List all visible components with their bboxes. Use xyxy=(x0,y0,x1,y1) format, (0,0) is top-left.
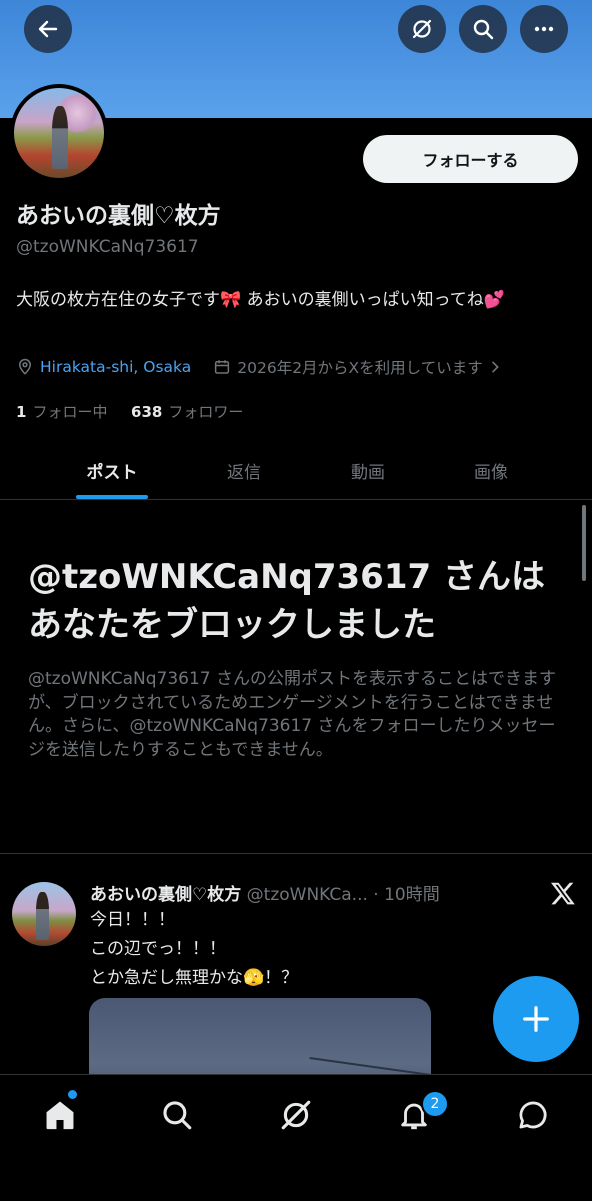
bottom-nav: 2 xyxy=(0,1074,592,1201)
profile-handle: @tzoWNKCaNq73617 xyxy=(16,237,199,257)
tab-posts[interactable]: ポスト xyxy=(52,441,172,499)
plus-icon xyxy=(523,1006,549,1032)
arrow-left-icon xyxy=(38,20,58,38)
home-new-indicator xyxy=(68,1090,77,1099)
grok-button[interactable] xyxy=(398,5,446,53)
post-author-name[interactable]: あおいの裏側♡枚方 xyxy=(90,885,241,905)
post-time[interactable]: 10時間 xyxy=(384,885,440,905)
following-label: フォロー中 xyxy=(32,403,108,421)
messages-icon xyxy=(519,1101,547,1129)
post-line: 今日！！！ xyxy=(90,910,175,930)
post-line: この辺でっ！！！ xyxy=(90,939,226,959)
grok-icon xyxy=(412,19,432,39)
blocked-description: @tzoWNKCaNq73617 さんの公開ポストを表示することはできますが、ブ… xyxy=(28,669,557,760)
notification-badge: 2 xyxy=(421,1090,449,1118)
more-button[interactable] xyxy=(520,5,568,53)
calendar-icon xyxy=(215,360,230,374)
avatar-image xyxy=(14,88,104,178)
blocked-title: @tzoWNKCaNq73617 さんはあなたをブロックしました xyxy=(28,557,545,645)
search-button[interactable] xyxy=(459,5,507,53)
profile-location[interactable]: Hirakata-shi, Osaka xyxy=(40,358,191,376)
post-separator: · xyxy=(373,885,379,905)
profile-avatar[interactable] xyxy=(10,84,108,182)
profile-stats: 1 フォロー中 638 フォロワー xyxy=(16,401,243,422)
nav-grok[interactable] xyxy=(276,1095,316,1135)
tab-videos[interactable]: 動画 xyxy=(308,441,428,499)
followers-label: フォロワー xyxy=(168,403,244,421)
post-avatar[interactable] xyxy=(12,882,76,946)
grok-icon xyxy=(281,1100,311,1130)
follow-button[interactable]: フォローする xyxy=(363,135,578,183)
divider xyxy=(0,853,592,854)
compose-button[interactable] xyxy=(493,976,579,1062)
tab-images[interactable]: 画像 xyxy=(431,441,551,499)
back-button[interactable] xyxy=(24,5,72,53)
nav-home[interactable] xyxy=(40,1095,80,1135)
followers-count: 638 xyxy=(131,403,163,421)
x-logo-icon xyxy=(550,882,575,905)
post-body: 今日！！！ この辺でっ！！！ とか急だし無理かな🫣！？ xyxy=(90,906,298,993)
following-count: 1 xyxy=(16,403,27,421)
nav-messages[interactable] xyxy=(513,1095,553,1135)
nav-search[interactable] xyxy=(157,1095,197,1135)
post-header: あおいの裏側♡枚方 @tzoWNKCa... · 10時間 xyxy=(90,880,440,905)
active-tab-indicator xyxy=(76,495,148,499)
profile-bio: 大阪の枚方在住の女子です🎀 あおいの裏側いっぱい知ってね💕 xyxy=(16,290,505,310)
chevron-right-icon[interactable] xyxy=(487,359,503,375)
home-icon xyxy=(46,1101,74,1130)
location-pin-icon xyxy=(18,358,32,375)
post-line: とか急だし無理かな🫣！？ xyxy=(90,968,299,988)
profile-joined: 2026年2月からXを利用しています xyxy=(237,359,483,377)
following-link[interactable]: 1 フォロー中 xyxy=(16,403,107,421)
post-author-handle[interactable]: @tzoWNKCa... xyxy=(247,885,368,905)
profile-tabs: ポスト 返信 動画 画像 xyxy=(0,441,592,500)
scrollbar[interactable] xyxy=(582,505,586,581)
search-icon xyxy=(473,19,494,40)
followers-link[interactable]: 638 フォロワー xyxy=(131,403,243,421)
tab-replies[interactable]: 返信 xyxy=(184,441,304,499)
profile-meta: Hirakata-shi, Osaka 2026年2月からXを利用しています xyxy=(16,356,509,378)
more-horizontal-icon xyxy=(534,26,554,32)
profile-name: あおいの裏側♡枚方 xyxy=(16,203,221,229)
search-icon xyxy=(163,1101,192,1130)
